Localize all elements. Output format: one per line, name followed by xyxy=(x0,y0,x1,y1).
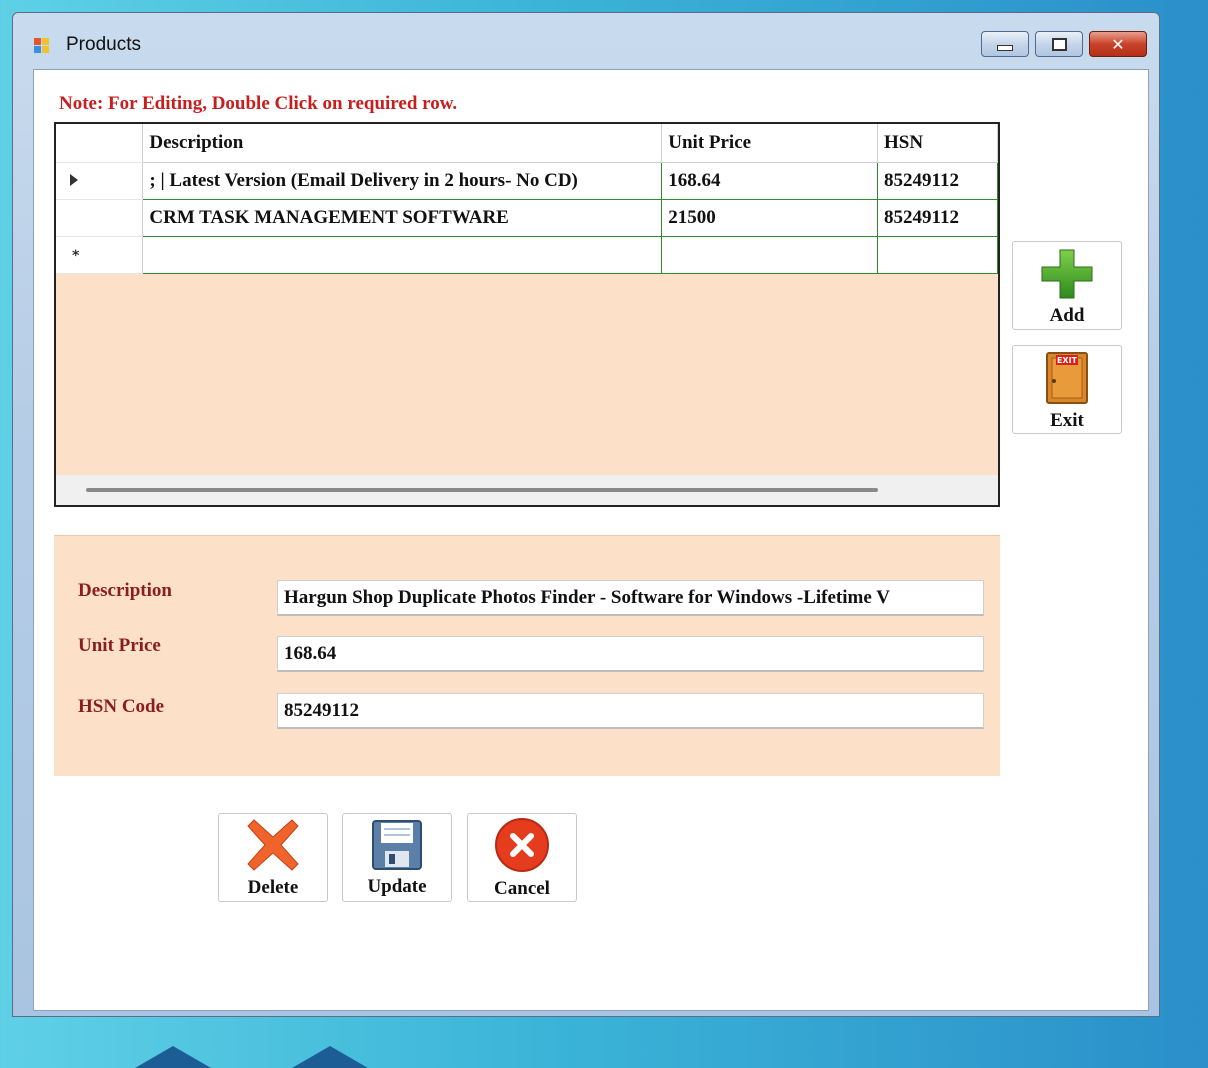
add-button-label: Add xyxy=(1049,305,1085,326)
green-plus-icon xyxy=(1041,249,1093,299)
cancel-circle-icon xyxy=(495,818,549,872)
red-x-icon xyxy=(247,819,299,871)
editing-note: Note: For Editing, Double Click on requi… xyxy=(59,93,458,114)
cell-description[interactable]: ; | Latest Version (Email Delivery in 2 … xyxy=(142,161,663,200)
table-row[interactable]: ; | Latest Version (Email Delivery in 2 … xyxy=(56,161,998,200)
maximize-icon xyxy=(1036,32,1082,56)
cell-unit-price[interactable]: 21500 xyxy=(661,198,879,237)
svg-text:EXIT: EXIT xyxy=(1057,356,1078,365)
floppy-disk-icon xyxy=(372,820,422,870)
column-header-description[interactable]: Description xyxy=(142,124,663,163)
hsn-code-label: HSN Code xyxy=(78,696,165,717)
grid-table: Description Unit Price HSN ; | Latest Ve… xyxy=(56,124,998,274)
row-header-corner xyxy=(56,124,144,163)
horizontal-scrollbar[interactable] xyxy=(56,475,998,505)
description-field[interactable] xyxy=(277,580,984,616)
add-button[interactable]: Add xyxy=(1012,241,1122,330)
unit-price-label: Unit Price xyxy=(78,635,161,656)
column-header-hsn[interactable]: HSN xyxy=(877,124,998,163)
update-button-label: Update xyxy=(367,876,427,897)
title-bar[interactable]: Products ✕ xyxy=(13,13,1159,69)
cell-hsn[interactable] xyxy=(877,235,998,274)
products-grid[interactable]: Description Unit Price HSN ; | Latest Ve… xyxy=(54,122,1000,507)
client-area: Note: For Editing, Double Click on requi… xyxy=(33,69,1149,1011)
cell-description[interactable] xyxy=(142,235,663,274)
current-row-arrow-icon xyxy=(70,173,78,186)
scrollbar-thumb[interactable] xyxy=(86,488,878,492)
column-header-unit-price[interactable]: Unit Price xyxy=(661,124,879,163)
cell-description[interactable]: CRM TASK MANAGEMENT SOFTWARE xyxy=(142,198,663,237)
hsn-code-field[interactable] xyxy=(277,693,984,729)
close-button[interactable]: ✕ xyxy=(1089,31,1147,57)
row-selector[interactable]: * xyxy=(56,236,144,274)
minimize-icon xyxy=(982,32,1028,56)
update-button[interactable]: Update xyxy=(342,813,452,902)
description-label: Description xyxy=(78,580,172,601)
minimize-button[interactable] xyxy=(981,31,1029,57)
exit-button[interactable]: EXIT Exit xyxy=(1012,345,1122,434)
delete-button-label: Delete xyxy=(247,877,299,898)
unit-price-field[interactable] xyxy=(277,636,984,672)
window-title: Products xyxy=(66,34,141,55)
cancel-button[interactable]: Cancel xyxy=(467,813,577,902)
cell-unit-price[interactable] xyxy=(661,235,879,274)
cell-hsn[interactable]: 85249112 xyxy=(877,198,998,237)
edit-panel: Description Unit Price HSN Code xyxy=(54,535,1000,776)
table-row[interactable]: CRM TASK MANAGEMENT SOFTWARE 21500 85249… xyxy=(56,198,998,237)
row-selector[interactable] xyxy=(56,199,144,237)
cell-unit-price[interactable]: 168.64 xyxy=(661,161,879,200)
table-row-new[interactable]: * xyxy=(56,235,998,274)
cell-hsn[interactable]: 85249112 xyxy=(877,161,998,200)
delete-button[interactable]: Delete xyxy=(218,813,328,902)
grid-header-row: Description Unit Price HSN xyxy=(56,124,998,163)
close-icon: ✕ xyxy=(1111,34,1125,54)
exit-button-label: Exit xyxy=(1050,410,1084,431)
app-icon xyxy=(34,38,52,54)
cancel-button-label: Cancel xyxy=(494,878,550,899)
new-row-asterisk-icon: * xyxy=(72,247,80,264)
products-window: Products ✕ Note: For Editing, Double Cli… xyxy=(12,12,1160,1017)
exit-door-icon: EXIT xyxy=(1046,352,1088,404)
row-selector[interactable] xyxy=(56,162,144,200)
maximize-button[interactable] xyxy=(1035,31,1083,57)
